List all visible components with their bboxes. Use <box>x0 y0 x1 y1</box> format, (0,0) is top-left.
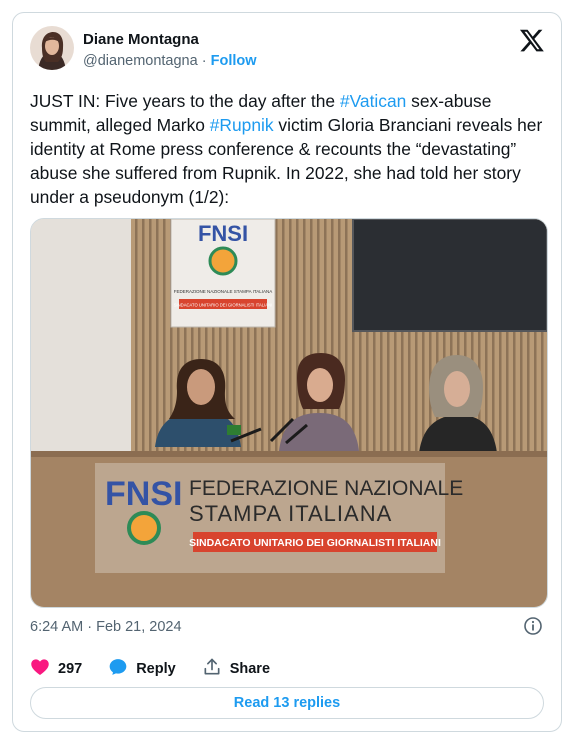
heart-icon <box>30 657 58 681</box>
info-icon[interactable] <box>523 616 543 636</box>
hashtag-rupnik[interactable]: #Rupnik <box>210 115 274 135</box>
like-count: 297 <box>58 661 83 677</box>
desk-line2: STAMPA ITALIANA <box>189 501 392 526</box>
tweet-card: Diane Montagna @dianemontagna · Follow J… <box>12 12 562 732</box>
wall-slat <box>156 219 159 459</box>
poster-line1: FEDERAZIONE NAZIONALE STAMPA ITALIANA <box>174 289 273 294</box>
reply-bubble-icon <box>108 657 136 681</box>
tweet-timestamp[interactable]: 6:24 AM · Feb 21, 2024 <box>30 619 182 635</box>
like-button[interactable]: 297 <box>30 657 82 681</box>
wall-slat <box>135 219 138 459</box>
tweet-photo[interactable]: FNSI FEDERAZIONE NAZIONALE STAMPA ITALIA… <box>30 218 548 608</box>
action-bar: 297 Reply Share <box>30 657 296 681</box>
wall-slat <box>149 219 152 459</box>
reply-label: Reply <box>136 661 176 677</box>
separator-dot: · <box>201 53 207 69</box>
author-name[interactable]: Diane Montagna <box>83 31 199 48</box>
desk-line1: FEDERAZIONE NAZIONALE <box>189 477 463 500</box>
poster-logo-text: FNSI <box>198 221 248 246</box>
share-button[interactable]: Share <box>202 657 270 681</box>
reply-button[interactable]: Reply <box>108 657 176 681</box>
follow-button[interactable]: Follow <box>211 53 257 69</box>
author-handle-row: @dianemontagna · Follow <box>83 53 257 69</box>
wall-slat <box>142 219 145 459</box>
hashtag-vatican[interactable]: #Vatican <box>340 91 406 111</box>
tweet-text-segment: JUST IN: Five years to the day after the <box>30 91 340 111</box>
share-icon <box>202 657 230 681</box>
avatar[interactable] <box>30 26 74 70</box>
tv-screen <box>352 219 547 332</box>
tweet-text: JUST IN: Five years to the day after the… <box>30 89 550 209</box>
x-logo-icon[interactable] <box>519 27 545 53</box>
desk-logo-text: FNSI <box>105 475 182 513</box>
wall-slat <box>282 219 285 459</box>
read-replies-button[interactable]: Read 13 replies <box>30 687 544 719</box>
poster-line2: SINDACATO UNITARIO DEI GIORNALISTI ITALI… <box>174 303 273 308</box>
desk-banner-text: SINDACATO UNITARIO DEI GIORNALISTI ITALI… <box>189 537 441 549</box>
share-label: Share <box>229 661 271 677</box>
author-handle[interactable]: @dianemontagna <box>83 53 198 69</box>
